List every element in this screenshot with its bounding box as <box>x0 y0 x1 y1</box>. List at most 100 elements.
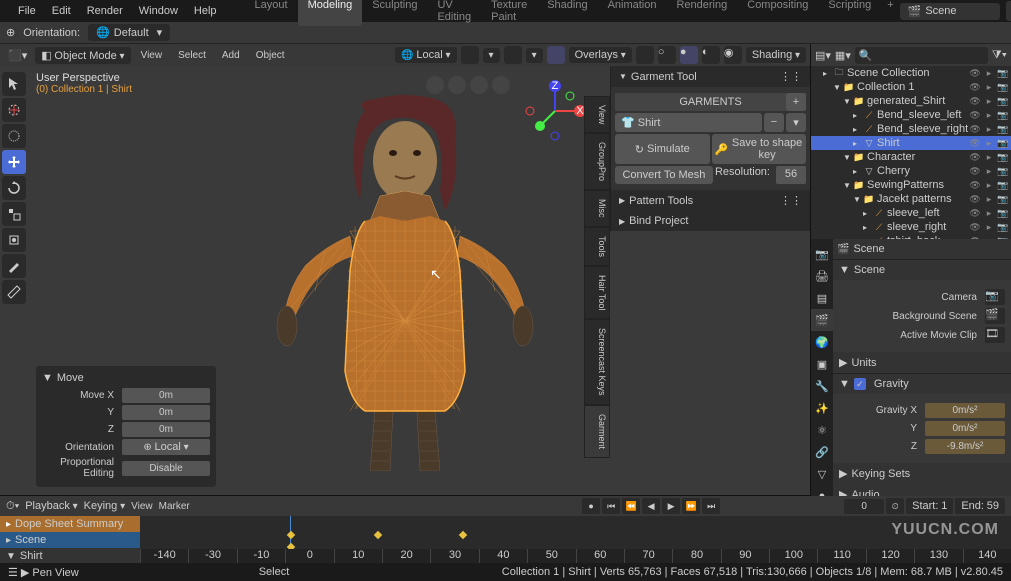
render-toggle[interactable]: 📷 <box>997 166 1009 177</box>
move-tool[interactable] <box>2 150 26 174</box>
pattern-tools-header[interactable]: ▶ Pattern Tools ⋮⋮ <box>611 190 810 211</box>
expand-toggle[interactable]: ▸ <box>863 209 873 218</box>
selectable-toggle[interactable]: ▸ <box>983 138 995 149</box>
bg-scene-picker[interactable]: 🎬 <box>985 308 1005 324</box>
keyframe[interactable] <box>287 531 295 539</box>
n-tab-grouppro[interactable]: GroupPro <box>584 133 610 190</box>
select-circle-tool[interactable] <box>2 124 26 148</box>
garment-name-field[interactable]: 👕 Shirt <box>615 113 762 132</box>
expand-toggle[interactable]: ▸ <box>853 139 863 148</box>
panel-menu-icon[interactable]: ⋮⋮ <box>780 70 802 83</box>
view-menu[interactable]: View <box>135 50 169 61</box>
rotate-tool[interactable] <box>2 176 26 200</box>
shading-dropdown[interactable]: Shading ▾ <box>746 47 806 63</box>
properties-breadcrumb[interactable]: 🎬 Scene <box>833 239 1011 259</box>
ws-uv[interactable]: UV Editing <box>427 0 481 26</box>
visibility-toggle[interactable]: 👁 <box>969 222 981 233</box>
outliner-item-jacekt-patterns[interactable]: ▼ 📁 Jacekt patterns 👁▸📷 <box>811 192 1011 206</box>
outliner-item-character[interactable]: ▼ 📁 Character 👁▸📷 <box>811 150 1011 164</box>
visibility-toggle[interactable]: 👁 <box>969 152 981 163</box>
expand-toggle[interactable]: ▸ <box>853 111 863 120</box>
ws-texture[interactable]: Texture Paint <box>481 0 537 26</box>
marker-menu[interactable]: Marker <box>159 501 190 512</box>
orientation-dropdown[interactable]: 🌐Default▾ <box>88 24 170 41</box>
resolution-field[interactable]: 56 <box>776 166 806 184</box>
character-mesh[interactable] <box>265 91 545 471</box>
scene-section-header[interactable]: ▼Scene <box>833 260 1011 280</box>
outliner-search[interactable]: 🔍 <box>855 47 988 64</box>
render-toggle[interactable]: 📷 <box>997 96 1009 107</box>
expand-toggle[interactable]: ▸ <box>853 125 863 134</box>
n-tab-screencast[interactable]: Screencast Keys <box>584 319 610 405</box>
ws-rendering[interactable]: Rendering <box>666 0 737 26</box>
render-toggle[interactable]: 📷 <box>997 194 1009 205</box>
expand-toggle[interactable]: ▼ <box>843 153 853 162</box>
visibility-toggle[interactable]: 👁 <box>969 110 981 121</box>
render-tab[interactable]: 📷 <box>811 243 833 265</box>
camera-picker[interactable]: 📷 <box>985 289 1005 305</box>
render-toggle[interactable]: 📷 <box>997 124 1009 135</box>
ws-animation[interactable]: Animation <box>598 0 667 26</box>
annotate-tool[interactable] <box>2 254 26 278</box>
render-toggle[interactable]: 📷 <box>997 180 1009 191</box>
n-tab-hairtool[interactable]: Hair Tool <box>584 266 610 319</box>
menu-file[interactable]: File <box>10 5 44 17</box>
expand-toggle[interactable]: ▼ <box>853 195 863 204</box>
play-button[interactable]: ▶ <box>662 498 680 514</box>
track-shirt[interactable]: ▼ Shirt <box>0 548 140 564</box>
xray-toggle[interactable] <box>636 46 654 64</box>
outliner-tree[interactable]: ▸ 🗀 Scene Collection 👁▸📷 ▼ 📁 Collection … <box>811 66 1011 239</box>
selectable-toggle[interactable]: ▸ <box>983 124 995 135</box>
render-toggle[interactable]: 📷 <box>997 152 1009 163</box>
keyframe[interactable] <box>459 531 467 539</box>
move-panel-header[interactable]: ▼Move <box>42 372 210 384</box>
menu-window[interactable]: Window <box>131 5 186 17</box>
ws-layout[interactable]: Layout <box>245 0 298 26</box>
render-toggle[interactable]: 📷 <box>997 110 1009 121</box>
selectable-toggle[interactable]: ▸ <box>983 208 995 219</box>
selectable-toggle[interactable]: ▸ <box>983 180 995 191</box>
preview-range-button[interactable]: ⏲ <box>886 498 904 514</box>
selectable-toggle[interactable]: ▸ <box>983 152 995 163</box>
editor-type-icon[interactable]: ▤▾ <box>815 49 831 62</box>
save-shape-key-button[interactable]: 🔑Save to shape key <box>712 134 807 164</box>
outliner-item-bend-sleeve-right[interactable]: ▸ ⟋ Bend_sleeve_right 👁▸📷 <box>811 122 1011 136</box>
selectable-toggle[interactable]: ▸ <box>983 96 995 107</box>
visibility-toggle[interactable]: 👁 <box>969 82 981 93</box>
visibility-toggle[interactable]: 👁 <box>969 180 981 191</box>
move-z-field[interactable]: 0m <box>122 422 210 437</box>
render-toggle[interactable]: 📷 <box>997 138 1009 149</box>
playback-menu[interactable]: Playback ▾ <box>25 500 77 512</box>
move-x-field[interactable]: 0m <box>122 388 210 403</box>
expand-toggle[interactable]: ▼ <box>843 181 853 190</box>
gizmo-toggle[interactable] <box>547 46 565 64</box>
visibility-toggle[interactable]: 👁 <box>969 96 981 107</box>
scene-selector[interactable]: 🎬Scene <box>900 3 1000 20</box>
proportional-toggle[interactable] <box>504 46 522 64</box>
keyframe[interactable] <box>374 531 382 539</box>
add-menu[interactable]: Add <box>216 50 246 61</box>
proportional-dropdown[interactable]: ▾ <box>526 48 543 63</box>
view-menu[interactable]: View <box>131 501 153 512</box>
physics-tab[interactable]: ⚛ <box>811 419 833 441</box>
view-layer-tab[interactable]: ▤ <box>811 287 833 309</box>
convert-mesh-button[interactable]: Convert To Mesh <box>615 166 713 184</box>
visibility-toggle[interactable]: 👁 <box>969 208 981 219</box>
track-summary[interactable]: ▸ Dope Sheet Summary <box>0 516 140 532</box>
n-tab-view[interactable]: View <box>584 96 610 133</box>
track-scene[interactable]: ▸ Scene <box>0 532 140 548</box>
jump-start-button[interactable]: ⏮ <box>602 498 620 514</box>
visibility-toggle[interactable]: 👁 <box>969 138 981 149</box>
display-mode-icon[interactable]: ▦▾ <box>835 49 851 62</box>
simulate-button[interactable]: ↻Simulate <box>615 134 710 164</box>
outliner-item-bend-sleeve-left[interactable]: ▸ ⟋ Bend_sleeve_left 👁▸📷 <box>811 108 1011 122</box>
expand-toggle[interactable]: ▸ <box>853 167 863 176</box>
add-garment-button[interactable]: + <box>786 93 806 111</box>
expand-toggle[interactable]: ▸ <box>863 223 873 232</box>
autokey-button[interactable]: ● <box>582 498 600 514</box>
selectable-toggle[interactable]: ▸ <box>983 68 995 79</box>
gravity-x-field[interactable]: 0m/s² <box>925 403 1005 418</box>
visibility-toggle[interactable]: 👁 <box>969 68 981 79</box>
ws-shading[interactable]: Shading <box>537 0 597 26</box>
garment-tool-header[interactable]: ▼ Garment Tool ⋮⋮ <box>611 66 810 87</box>
